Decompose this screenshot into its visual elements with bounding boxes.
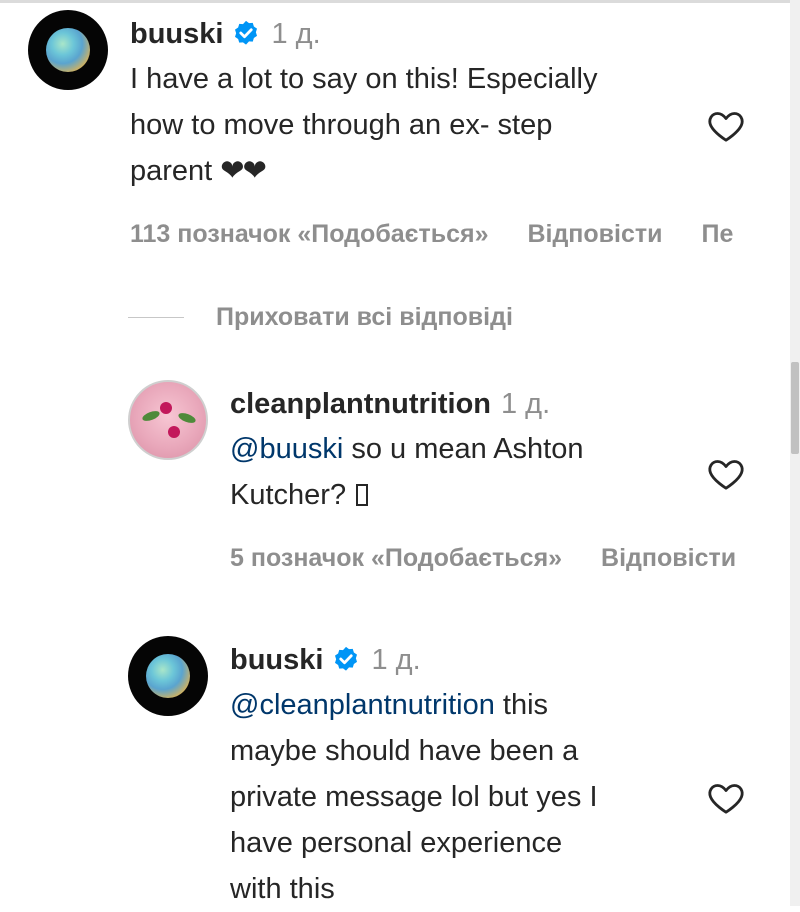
hide-replies-label[interactable]: Приховати всі відповіді <box>216 303 513 332</box>
comment-time[interactable]: 1 д. <box>371 642 420 678</box>
heart-outline-icon[interactable] <box>706 778 746 818</box>
scrollbar-thumb[interactable] <box>791 362 799 454</box>
reply-button[interactable]: Відповісти <box>527 220 662 248</box>
likes-count[interactable]: 5 позначок «Подобається» <box>230 544 562 572</box>
comment-header: cleanplantnutrition 1 д. <box>230 386 550 422</box>
scrollbar-track[interactable] <box>790 0 800 906</box>
comment-text: I have a lot to say on this! Especially … <box>130 63 598 187</box>
verified-badge-icon <box>231 19 261 49</box>
comment-actions: 113 позначок «Подобається» Відповісти Пе <box>130 218 765 250</box>
avatar[interactable] <box>128 636 208 716</box>
comment-actions: 5 позначок «Подобається» Відповісти <box>230 542 768 574</box>
heart-outline-icon[interactable] <box>706 454 746 494</box>
hearts-emoji: ❤❤ <box>220 155 267 187</box>
comment-text: @buuski so u mean Ashton Kutcher? <box>230 433 584 511</box>
more-button[interactable]: Пе <box>701 220 733 248</box>
username[interactable]: buuski <box>130 16 223 52</box>
comment-text: @cleanplantnutrition this maybe should h… <box>230 689 598 905</box>
username[interactable]: buuski <box>230 642 323 678</box>
reply-button[interactable]: Відповісти <box>601 544 736 572</box>
top-divider <box>0 0 800 3</box>
comment-time[interactable]: 1 д. <box>501 386 550 422</box>
comment-header: buuski 1 д. <box>230 642 421 678</box>
username[interactable]: cleanplantnutrition <box>230 386 491 422</box>
heart-outline-icon[interactable] <box>706 106 746 146</box>
avatar[interactable] <box>128 380 208 460</box>
divider-line <box>128 317 184 318</box>
mention-link[interactable]: @cleanplantnutrition <box>230 689 495 721</box>
comment-header: buuski 1 д. <box>130 16 321 52</box>
hide-replies-toggle[interactable]: Приховати всі відповіді <box>128 303 513 332</box>
likes-count[interactable]: 113 позначок «Подобається» <box>130 220 488 248</box>
missing-emoji-glyph <box>356 484 369 506</box>
avatar[interactable] <box>28 10 108 90</box>
verified-badge-icon <box>331 645 361 675</box>
mention-link[interactable]: @buuski <box>230 433 343 465</box>
comment-time[interactable]: 1 д. <box>271 16 320 52</box>
